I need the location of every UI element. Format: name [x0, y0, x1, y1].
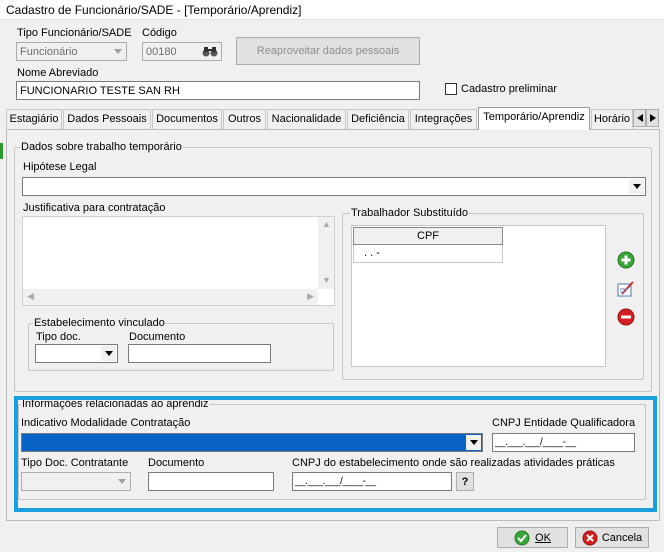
codigo-label: Código — [142, 27, 177, 39]
estabelecimento-group-label: Estabelecimento vinculado — [33, 317, 166, 329]
edit-icon[interactable] — [615, 278, 637, 300]
aprendiz-highlight — [14, 396, 657, 512]
justificativa-vscroll[interactable]: ▲ ▼ — [318, 217, 334, 289]
window-title: Cadastro de Funcionário/SADE - [Temporár… — [6, 3, 302, 17]
tipo-doc-label: Tipo doc. — [36, 331, 81, 343]
cancel-button[interactable]: Cancela — [575, 527, 649, 548]
tab-strip: Estagiário Dados Pessoais Documentos Out… — [6, 107, 660, 130]
tipo-doc-select[interactable] — [35, 344, 118, 363]
indicativo-label: Indicativo Modalidade Contratação — [21, 417, 191, 429]
binoculars-icon[interactable] — [201, 44, 219, 59]
title-bar: Cadastro de Funcionário/SADE - [Temporár… — [0, 0, 664, 20]
chevron-down-icon[interactable] — [101, 346, 116, 361]
check-icon — [514, 530, 530, 545]
tab-outros[interactable]: Outros — [223, 109, 266, 129]
documento-input[interactable] — [128, 344, 271, 363]
status-marker — [0, 143, 3, 159]
remove-icon[interactable] — [615, 306, 637, 328]
tab-scroll-right-icon[interactable] — [646, 109, 659, 127]
documento-label: Documento — [129, 331, 186, 343]
codigo-value: 00180 — [146, 46, 177, 58]
tipo-funcionario-label: Tipo Funcionário/SADE — [17, 27, 132, 39]
cadastro-preliminar-checkbox[interactable] — [445, 83, 457, 95]
cnpj-estabelecimento-label: CNPJ do estabelecimento onde são realiza… — [292, 457, 615, 469]
cnpj-estabelecimento-value: __.___.___/____-__ — [295, 476, 376, 487]
chevron-down-icon[interactable] — [110, 44, 125, 59]
tipo-funcionario-value: Funcionário — [20, 46, 78, 58]
tab-nacionalidade[interactable]: Nacionalidade — [267, 109, 346, 129]
reaproveitar-button[interactable]: Reaproveitar dados pessoais — [236, 37, 420, 65]
chevron-down-icon[interactable] — [629, 179, 644, 194]
tipo-doc-contratante-label: Tipo Doc. Contratante — [21, 457, 129, 469]
justificativa-textarea[interactable]: ▲ ▼ ◀ ▶ — [22, 216, 335, 306]
cnpj-entidade-input[interactable]: __.___.___/____-__ — [492, 433, 635, 452]
substituido-group-label: Trabalhador Substituído — [350, 207, 469, 219]
indicativo-select[interactable] — [21, 433, 483, 452]
add-icon[interactable] — [615, 249, 637, 271]
temporario-group-label: Dados sobre trabalho temporário — [20, 141, 183, 153]
cnpj-entidade-label: CNPJ Entidade Qualificadora — [492, 417, 636, 429]
cpf-row[interactable]: . . - — [353, 245, 503, 263]
ok-label: OK — [535, 531, 551, 544]
tab-dados-pessoais[interactable]: Dados Pessoais — [63, 109, 151, 129]
cancel-label: Cancela — [601, 531, 643, 544]
hipotese-legal-label: Hipótese Legal — [23, 161, 97, 173]
tab-horario[interactable]: Horário — [591, 109, 633, 129]
justificativa-hscroll[interactable]: ◀ ▶ — [23, 289, 318, 305]
nome-abreviado-value: FUNCIONARIO TESTE SAN RH — [20, 85, 180, 97]
nome-abreviado-label: Nome Abreviado — [17, 67, 99, 79]
chevron-down-icon[interactable] — [466, 435, 481, 450]
tab-estagiario[interactable]: Estagiário — [6, 109, 62, 129]
tab-temporario-aprendiz[interactable]: Temporário/Aprendiz — [478, 107, 590, 130]
cancel-icon — [582, 530, 598, 545]
cnpj-estabelecimento-input[interactable]: __.___.___/____-__ — [292, 472, 452, 491]
tipo-doc-contratante-select[interactable] — [21, 472, 131, 491]
ok-button[interactable]: OK — [497, 527, 568, 548]
tipo-funcionario-select[interactable]: Funcionário — [16, 42, 127, 61]
cpf-grid[interactable]: CPF . . - — [351, 225, 606, 367]
cnpj-entidade-value: __.___.___/____-__ — [495, 437, 576, 448]
codigo-field[interactable]: 00180 — [142, 42, 222, 61]
documento-contratante-input[interactable] — [148, 472, 274, 491]
justificativa-label: Justificativa para contratação — [23, 202, 166, 214]
chevron-down-icon[interactable] — [114, 474, 129, 489]
documento-contratante-label: Documento — [148, 457, 205, 469]
nome-abreviado-input[interactable]: FUNCIONARIO TESTE SAN RH — [16, 81, 420, 100]
tab-integracoes[interactable]: Integrações — [410, 109, 477, 129]
cpf-column-header[interactable]: CPF — [353, 227, 503, 245]
tab-documentos[interactable]: Documentos — [152, 109, 222, 129]
reaproveitar-label: Reaproveitar dados pessoais — [256, 45, 400, 57]
cadastro-preliminar-label: Cadastro preliminar — [461, 83, 557, 95]
hipotese-legal-select[interactable] — [22, 177, 646, 196]
help-button[interactable]: ? — [456, 472, 474, 491]
tab-scroll-left-icon[interactable] — [633, 109, 646, 127]
tab-deficiencia[interactable]: Deficiência — [347, 109, 409, 129]
